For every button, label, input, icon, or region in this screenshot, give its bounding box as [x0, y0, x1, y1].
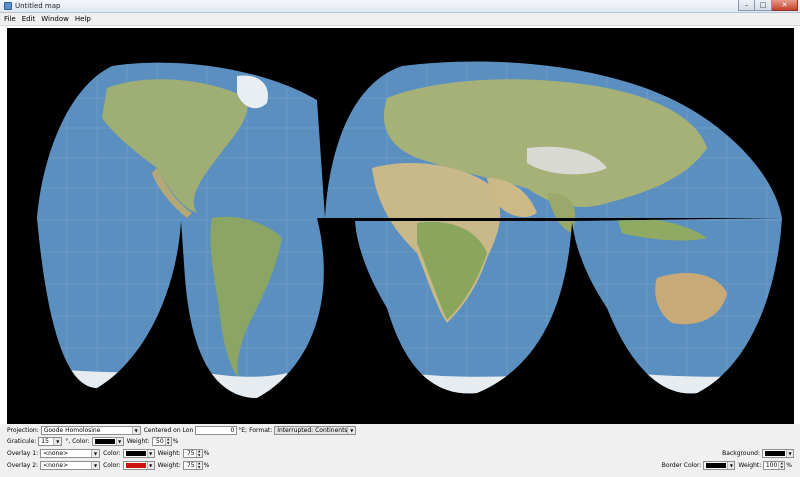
percent-sign: %	[786, 462, 792, 469]
overlay2-label: Overlay 2:	[7, 462, 39, 469]
format-label: Format:	[249, 427, 273, 434]
percent-sign: %	[203, 462, 210, 469]
window-controls: – □ ✕	[738, 0, 798, 11]
chevron-down-icon: ▼	[91, 450, 100, 457]
chevron-down-icon: ▼	[53, 438, 62, 445]
chevron-down-icon: ▼	[91, 462, 100, 469]
chevron-down-icon: ▼	[146, 462, 154, 469]
border-row: Border Color: ▼ Weight: 100 ▲ ▼ %	[662, 460, 794, 471]
overlay2-select[interactable]: <none> ▼	[40, 461, 101, 470]
border-color-label: Border Color:	[661, 462, 702, 469]
background-row: Background: ▼	[722, 448, 794, 459]
spinner-arrows-icon[interactable]: ▲ ▼	[778, 461, 785, 469]
overlay1-label: Overlay 1:	[7, 450, 39, 457]
graticule-row: Graticule: 15 ▼ °, Color: ▼ Weight: 50 ▲…	[7, 436, 180, 447]
centered-lon-input[interactable]: 0	[195, 426, 238, 435]
overlay2-row: Overlay 2: <none> ▼ Color: ▼ Weight: 75 …	[7, 460, 211, 471]
overlay2-color-label: Color:	[103, 462, 121, 469]
overlay1-weight-spinner[interactable]: 75 ▲ ▼	[182, 449, 203, 458]
overlay1-weight-value: 75	[186, 450, 195, 457]
projection-value: Goode Homolosine	[43, 427, 101, 434]
graticule-label: Graticule:	[7, 438, 37, 445]
background-label: Background:	[722, 450, 760, 457]
app-icon	[4, 2, 12, 10]
graticule-select[interactable]: 15 ▼	[38, 437, 63, 446]
overlay1-color-swatch	[125, 451, 146, 456]
background-color-picker[interactable]: ▼	[762, 449, 794, 458]
controls-panel: Projection: Goode Homolosine ▼ Centered …	[0, 424, 800, 477]
maximize-icon[interactable]: □	[755, 0, 772, 11]
projection-select[interactable]: Goode Homolosine ▼	[40, 426, 141, 435]
menu-window[interactable]: Window	[41, 15, 69, 23]
overlay2-weight-label: Weight:	[157, 462, 181, 469]
border-color-swatch	[706, 463, 727, 468]
graticule-color-swatch	[94, 439, 115, 444]
overlay1-row: Overlay 1: <none> ▼ Color: ▼ Weight: 75 …	[7, 448, 211, 459]
format-select[interactable]: Interrupted: Continents ▼	[274, 426, 357, 435]
chevron-down-icon: ▼	[786, 450, 793, 457]
overlay2-value: <none>	[43, 462, 69, 469]
centered-unit: °E;	[238, 427, 248, 434]
menu-edit[interactable]: Edit	[22, 15, 36, 23]
border-weight-value: 100	[765, 462, 778, 469]
overlay2-color-picker[interactable]: ▼	[122, 461, 155, 470]
graticule-weight-spinner[interactable]: 50 ▲ ▼	[151, 437, 172, 446]
graticule-unit: °, Color:	[65, 438, 90, 445]
projection-label: Projection:	[7, 427, 39, 434]
overlay2-weight-spinner[interactable]: 75 ▲ ▼	[182, 461, 203, 470]
chevron-down-icon: ▼	[347, 427, 356, 434]
overlay1-value: <none>	[43, 450, 69, 457]
window-title: Untitled map	[15, 2, 61, 10]
background-color-swatch	[765, 451, 785, 456]
chevron-down-icon: ▼	[115, 438, 123, 445]
overlay2-color-swatch	[125, 463, 146, 468]
overlay1-color-picker[interactable]: ▼	[122, 449, 155, 458]
menu-file[interactable]: File	[4, 15, 16, 23]
minimize-icon[interactable]: –	[738, 0, 755, 11]
chevron-down-icon: ▼	[131, 427, 140, 434]
spinner-arrows-icon[interactable]: ▲ ▼	[195, 449, 202, 457]
spinner-arrows-icon[interactable]: ▲ ▼	[164, 437, 171, 445]
overlay2-weight-value: 75	[186, 462, 195, 469]
menu-bar: File Edit Window Help	[0, 13, 800, 26]
border-weight-spinner[interactable]: 100 ▲ ▼	[763, 461, 786, 470]
graticule-color-picker[interactable]: ▼	[91, 437, 124, 446]
graticule-value: 15	[41, 438, 49, 445]
percent-sign: %	[172, 438, 179, 445]
projection-row: Projection: Goode Homolosine ▼ Centered …	[7, 425, 359, 436]
chevron-down-icon: ▼	[727, 462, 735, 469]
chevron-down-icon: ▼	[146, 450, 154, 457]
format-value: Interrupted: Continents	[277, 427, 348, 434]
spinner-arrows-icon[interactable]: ▲ ▼	[195, 461, 202, 469]
overlay1-color-label: Color:	[103, 450, 121, 457]
world-map	[7, 28, 794, 424]
graticule-weight-value: 50	[156, 438, 164, 445]
overlay1-weight-label: Weight:	[157, 450, 181, 457]
border-weight-label: Weight:	[738, 462, 762, 469]
close-icon[interactable]: ✕	[772, 0, 798, 11]
map-canvas[interactable]	[7, 28, 794, 424]
percent-sign: %	[203, 450, 210, 457]
graticule-weight-label: Weight:	[126, 438, 150, 445]
menu-help[interactable]: Help	[75, 15, 91, 23]
overlay1-select[interactable]: <none> ▼	[40, 449, 101, 458]
title-bar: Untitled map – □ ✕	[0, 0, 800, 13]
centered-label: Centered on Lon	[143, 427, 194, 434]
border-color-picker[interactable]: ▼	[703, 461, 736, 470]
